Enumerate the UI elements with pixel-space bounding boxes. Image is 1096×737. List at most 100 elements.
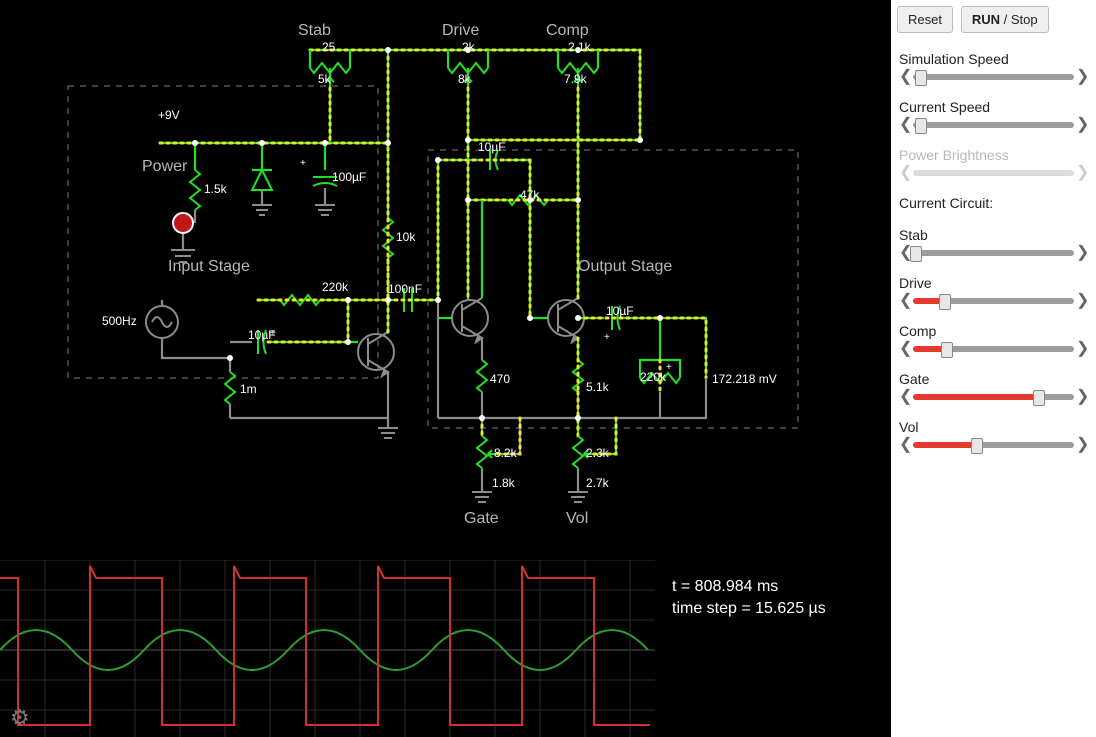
label-stab: Stab (298, 22, 331, 40)
val-c100nF: 100nF (388, 282, 422, 296)
resistor-10k (383, 218, 393, 258)
power-led (173, 213, 193, 233)
slider-track-sim-speed[interactable] (913, 74, 1074, 80)
pot-drive (448, 50, 488, 140)
bjt-input (358, 332, 394, 376)
slider-label-sim-speed: Simulation Speed (899, 51, 1088, 67)
slider-label-drive: Drive (899, 275, 1088, 291)
val-volbot: 2.7k (586, 476, 609, 490)
slider-thumb-sim-speed[interactable] (915, 70, 927, 86)
slider-drive: Drive ❮ ❯ (891, 261, 1096, 309)
run-sep: / (1000, 12, 1011, 27)
resistor-470 (477, 360, 487, 392)
val-rail: +9V (158, 108, 180, 122)
slider-dec-gate[interactable]: ❮ (899, 389, 911, 405)
val-srcfreq: 500Hz (102, 314, 137, 328)
slider-inc-stab[interactable]: ❯ (1076, 245, 1088, 261)
pot-stab (310, 50, 388, 143)
slider-thumb-comp[interactable] (941, 342, 953, 358)
scope-time: t = 808.984 ms (672, 578, 778, 596)
current-circuit-label: Current Circuit: (891, 181, 1096, 213)
gear-icon[interactable]: ⚙ (10, 705, 30, 731)
slider-track-stab[interactable] (913, 250, 1074, 256)
slider-label-gate: Gate (899, 371, 1088, 387)
slider-inc-gate[interactable]: ❯ (1076, 389, 1088, 405)
slider-thumb-gate[interactable] (1033, 390, 1045, 406)
val-r470: 470 (490, 372, 510, 386)
schematic-svg: + (0, 0, 891, 560)
label-input-stage: Input Stage (168, 258, 250, 276)
run-stop-button[interactable]: RUN / Stop (961, 6, 1049, 33)
slider-dec-drive[interactable]: ❮ (899, 293, 911, 309)
slider-dec-sim-speed[interactable]: ❮ (899, 69, 911, 85)
slider-thumb-stab[interactable] (910, 246, 922, 262)
slider-cur-speed: Current Speed ❮ ❯ (891, 85, 1096, 133)
val-rfb: 220k (322, 280, 348, 294)
val-r47k: 47k (520, 188, 539, 202)
slider-pow-bright: Power Brightness ❮ ❯ (891, 133, 1096, 181)
svg-text:+: + (604, 332, 610, 343)
slider-inc-comp[interactable]: ❯ (1076, 341, 1088, 357)
stop-label: Stop (1011, 12, 1038, 27)
ground-mid (378, 418, 398, 438)
slider-track-cur-speed[interactable] (913, 122, 1074, 128)
val-cin: 10µF (248, 328, 276, 342)
slider-label-pow-bright: Power Brightness (899, 147, 1088, 163)
val-rpower: 1.5k (204, 182, 227, 196)
val-stabtop: 25 (322, 40, 335, 54)
val-cpower: 100µF (332, 170, 366, 184)
slider-dec-comp[interactable]: ❮ (899, 341, 911, 357)
simulation-canvas[interactable]: + (0, 0, 891, 737)
slider-label-stab: Stab (899, 227, 1088, 243)
slider-thumb-vol[interactable] (971, 438, 983, 454)
slider-inc-drive[interactable]: ❯ (1076, 293, 1088, 309)
ground-diode (252, 205, 272, 215)
slider-stab: Stab ❮ ❯ (891, 213, 1096, 261)
label-drive: Drive (442, 22, 479, 40)
slider-gate: Gate ❮ ❯ (891, 357, 1096, 405)
slider-dec-stab[interactable]: ❮ (899, 245, 911, 261)
slider-track-vol[interactable] (913, 442, 1074, 448)
bjt-out1 (452, 298, 488, 342)
val-gatetop: 8.2k (494, 446, 517, 460)
slider-track-comp[interactable] (913, 346, 1074, 352)
val-rin: 1m (240, 382, 257, 396)
slider-vol: Vol ❮ ❯ (891, 405, 1096, 453)
slider-inc-sim-speed[interactable]: ❯ (1076, 69, 1088, 85)
slider-inc-cur-speed[interactable]: ❯ (1076, 117, 1088, 133)
control-panel: Reset RUN / Stop Simulation Speed❮❯Curre… (891, 0, 1096, 737)
ground-gate (472, 492, 492, 502)
slider-label-vol: Vol (899, 419, 1088, 435)
val-stabpot: 5k (318, 72, 331, 86)
val-r10k: 10k (396, 230, 415, 244)
slider-inc-pow-bright: ❯ (1076, 165, 1088, 181)
val-comppot: 7.9k (564, 72, 587, 86)
group-input-stage (68, 86, 378, 378)
resistor-power (190, 143, 200, 223)
slider-track-gate[interactable] (913, 394, 1074, 400)
label-power: Power (142, 158, 187, 176)
slider-dec-vol[interactable]: ❮ (899, 437, 911, 453)
val-r5k1: 5.1k (586, 380, 609, 394)
slider-inc-vol[interactable]: ❯ (1076, 437, 1088, 453)
label-gate: Gate (464, 510, 499, 528)
group-output-stage (428, 150, 798, 428)
label-comp: Comp (546, 22, 589, 40)
slider-dec-pow-bright: ❮ (899, 165, 911, 181)
val-comptop: 2.1k (568, 40, 591, 54)
slider-track-pow-bright (913, 170, 1074, 176)
label-vol: Vol (566, 510, 588, 528)
diode-rail (252, 170, 272, 205)
slider-label-comp: Comp (899, 323, 1088, 339)
val-meter: 172.218 mV (712, 372, 777, 386)
val-gatebot: 1.8k (492, 476, 515, 490)
slider-thumb-drive[interactable] (939, 294, 951, 310)
svg-text:+: + (666, 362, 672, 373)
slider-track-drive[interactable] (913, 298, 1074, 304)
reset-button[interactable]: Reset (897, 6, 953, 33)
slider-dec-cur-speed[interactable]: ❮ (899, 117, 911, 133)
slider-label-cur-speed: Current Speed (899, 99, 1088, 115)
slider-thumb-cur-speed[interactable] (915, 118, 927, 134)
run-label: RUN (972, 12, 1000, 27)
label-output-stage: Output Stage (578, 258, 672, 276)
